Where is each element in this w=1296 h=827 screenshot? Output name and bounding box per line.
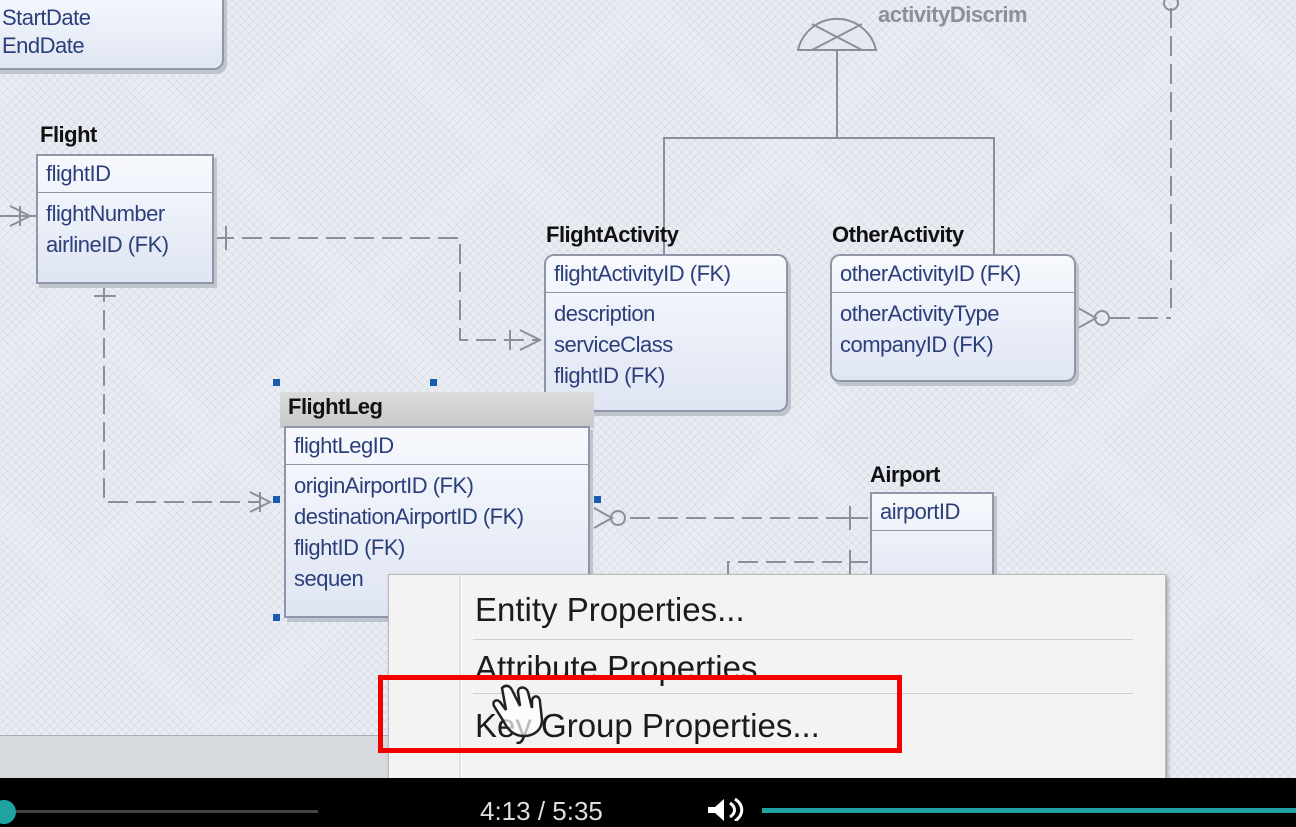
entity-key: flightLegID: [286, 428, 588, 465]
discriminator-label: activityDiscrim: [878, 2, 1028, 27]
hand-cursor-icon: [492, 684, 544, 738]
entity-title-flight-activity: FlightActivity: [546, 222, 679, 247]
entity-attribute: otherActivityType: [840, 301, 1000, 326]
entity-attribute: airlineID (FK): [46, 232, 169, 257]
selection-handle[interactable]: [594, 496, 601, 503]
entity-key: flightActivityID (FK): [546, 256, 786, 293]
status-bar: [0, 735, 388, 778]
entity-flight-activity[interactable]: flightActivityID (FK) description servic…: [544, 254, 788, 412]
entity-attribute: destinationAirportID (FK): [294, 504, 524, 529]
entity-key: otherActivityID (FK): [832, 256, 1074, 293]
entity-attribute: flightID (FK): [554, 363, 665, 388]
entity-attribute: serviceClass: [554, 332, 673, 357]
entity-key: airportID: [872, 494, 992, 531]
entity-title-other-activity: OtherActivity: [832, 222, 964, 247]
entity-attribute: EndDate: [2, 33, 85, 58]
menu-separator: [473, 639, 1133, 640]
entity-key: flightID: [38, 156, 212, 193]
volume-icon[interactable]: [706, 797, 746, 821]
selection-handle[interactable]: [273, 379, 280, 386]
entity-other-activity[interactable]: otherActivityID (FK) otherActivityType c…: [830, 254, 1076, 382]
entity-attribute: companyID (FK): [840, 332, 994, 357]
entity-attribute: StartDate: [2, 5, 91, 30]
partial-entity[interactable]: StartDate EndDate: [0, 0, 224, 70]
progress-fill[interactable]: [762, 808, 1296, 813]
entity-attribute: flightID (FK): [294, 535, 405, 560]
entity-attribute: flightNumber: [46, 201, 165, 226]
entity-title-flight: Flight: [40, 122, 97, 147]
timecode: 4:13 / 5:35: [480, 796, 603, 826]
entity-title-airport: Airport: [870, 462, 940, 487]
selection-handle[interactable]: [430, 379, 437, 386]
selection-handle[interactable]: [273, 614, 280, 621]
menu-item-entity-properties[interactable]: Entity Properties...: [475, 591, 745, 629]
entity-attribute: originAirportID (FK): [294, 473, 474, 498]
highlight-box: [378, 675, 902, 753]
entity-flight[interactable]: flightID flightNumber airlineID (FK): [36, 154, 214, 284]
entity-attribute: description: [554, 301, 655, 326]
entity-title-flight-leg: FlightLeg: [288, 394, 383, 419]
selection-handle[interactable]: [273, 496, 280, 503]
